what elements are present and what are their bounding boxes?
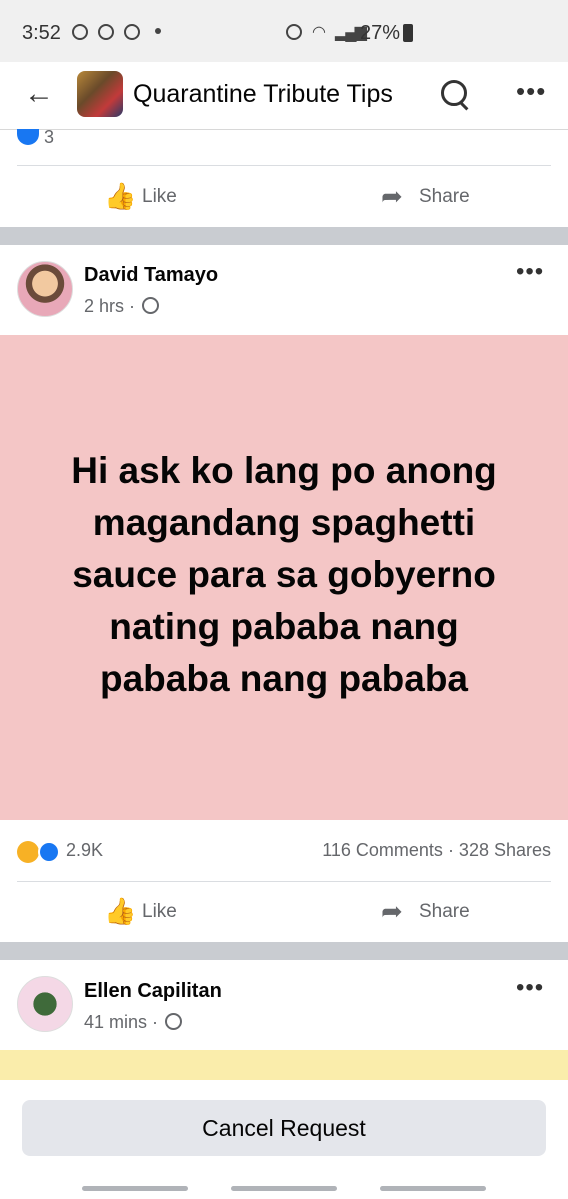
like-thumb-icon[interactable]: 👍 [104,898,136,924]
like-reaction-icon [38,841,60,863]
post-more-icon[interactable]: ••• [516,974,544,1002]
like-thumb-icon[interactable]: 👍 [104,183,136,209]
reaction-count[interactable]: 2.9K [66,840,103,861]
battery-percent: 27% [360,22,401,44]
post-author[interactable]: Ellen Capilitan [84,980,222,1003]
post-time-text: 41 mins · [84,1012,164,1032]
comments-shares-count[interactable]: 116 Comments · 328 Shares [322,840,551,861]
search-icon[interactable] [441,80,467,106]
messenger-icon [72,24,88,40]
group-avatar[interactable] [77,71,123,117]
share-arrow-icon[interactable]: ➦ [381,898,403,924]
cancel-request-button[interactable]: Cancel Request [22,1100,546,1156]
post-more-icon[interactable]: ••• [516,258,544,286]
back-arrow-icon[interactable]: ← [24,79,54,109]
haha-reaction-icon [17,841,39,863]
nav-indicator [231,1186,337,1191]
like-reaction-icon [17,129,39,145]
group-title[interactable]: Quarantine Tribute Tips [133,80,393,109]
status-time: 3:52 [22,22,61,44]
share-arrow-icon[interactable]: ➦ [381,183,403,209]
viber-icon-2 [124,24,140,40]
share-button[interactable]: Share [419,901,470,923]
nav-indicator [82,1186,188,1191]
post-text: Hi ask ko lang po anong magandang spaghe… [71,449,497,699]
post-text-background [0,1050,568,1080]
author-avatar[interactable] [17,976,73,1032]
wifi-icon: ◠ [312,24,326,41]
post-timestamp: 2 hrs · [84,296,160,317]
post-time-text: 2 hrs · [84,296,141,316]
reaction-count[interactable]: 3 [44,127,54,148]
divider [17,165,551,166]
like-button[interactable]: Like [142,901,177,923]
post-text-background: Hi ask ko lang po anong magandang spaghe… [0,335,568,820]
more-options-icon[interactable]: ••• [516,76,546,107]
globe-icon [142,297,160,314]
post-separator [0,227,568,245]
notification-dot-icon [155,28,161,34]
nav-indicator [380,1186,486,1191]
divider [17,881,551,882]
viber-icon [98,24,114,40]
battery-icon [403,24,413,42]
like-button[interactable]: Like [142,186,177,208]
share-button[interactable]: Share [419,186,470,208]
post-author[interactable]: David Tamayo [84,264,218,287]
author-avatar[interactable] [17,261,73,317]
alarm-icon [286,24,302,40]
group-header: ← Quarantine Tribute Tips ••• [0,62,568,130]
globe-icon [165,1013,183,1030]
post-separator [0,942,568,960]
post-timestamp: 41 mins · [84,1012,183,1033]
